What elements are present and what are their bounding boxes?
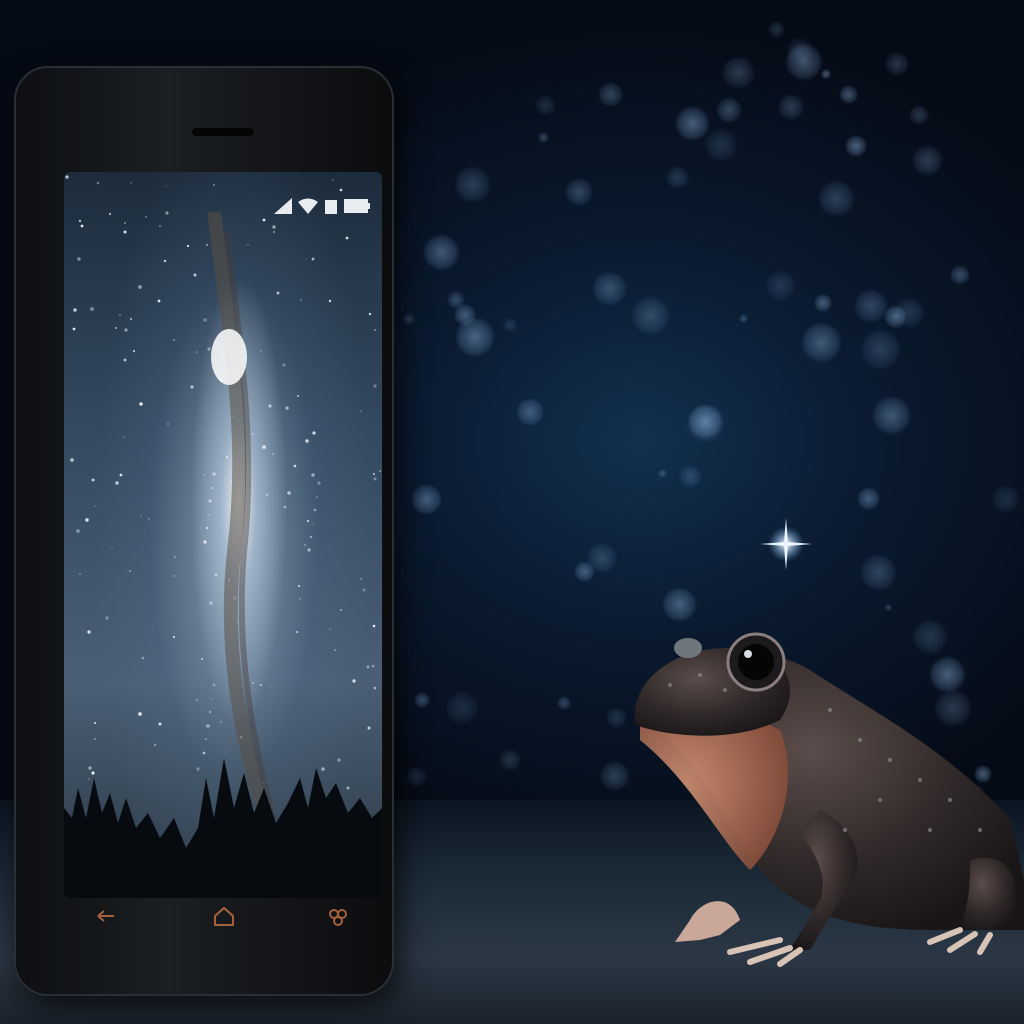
bokeh-dot — [406, 766, 427, 787]
bokeh-dot — [565, 178, 593, 206]
bokeh-dot — [606, 707, 627, 728]
bokeh-dot — [503, 318, 517, 332]
bokeh-dot — [598, 82, 623, 107]
bokeh-dot — [658, 469, 667, 478]
bokeh-dot — [499, 749, 521, 771]
bokeh-dot — [557, 696, 571, 710]
battery-icon — [344, 199, 370, 213]
bokeh-dot — [666, 166, 689, 189]
bokeh-dot — [778, 94, 804, 120]
bokeh-dot — [675, 106, 710, 141]
bokeh-dot — [768, 21, 785, 38]
wifi-icon — [298, 198, 318, 214]
status-bar — [274, 198, 370, 214]
scene — [0, 0, 1024, 1024]
bokeh-dot — [884, 305, 907, 328]
bokeh-dot — [679, 465, 702, 488]
notification-icon — [325, 200, 337, 214]
bokeh-dot — [765, 270, 796, 301]
bokeh-dot — [538, 132, 549, 143]
bokeh-dot — [454, 166, 491, 203]
bokeh-dot — [631, 296, 670, 335]
bokeh-dot — [445, 691, 479, 725]
bokeh-dot — [801, 322, 842, 363]
bokeh-dot — [814, 294, 832, 312]
bokeh-dot — [423, 234, 460, 271]
bokeh-dot — [600, 761, 630, 791]
home-icon[interactable] — [212, 904, 236, 928]
phone-speaker — [192, 128, 254, 136]
bokeh-dot — [414, 692, 430, 708]
bokeh-dot — [872, 396, 911, 435]
bokeh-dot — [716, 97, 742, 123]
bokeh-dot — [447, 291, 465, 309]
bokeh-dot — [592, 271, 627, 306]
bokeh-dot — [688, 404, 723, 439]
bokeh-dot — [860, 329, 901, 370]
bokeh-dot — [839, 85, 858, 104]
bokeh-dot — [739, 314, 748, 323]
bokeh-dot — [535, 95, 556, 116]
back-icon[interactable] — [94, 904, 118, 928]
bokeh-dot — [455, 317, 495, 357]
bokeh-dot — [912, 145, 943, 176]
bokeh-dot — [845, 135, 867, 157]
signal-icon — [274, 198, 292, 214]
bokeh-dot — [411, 484, 442, 515]
bokeh-dot — [992, 485, 1020, 513]
phone-screen — [64, 172, 382, 898]
bokeh-dot — [786, 37, 813, 64]
frog — [635, 632, 1024, 967]
bokeh-dot — [857, 487, 880, 510]
bokeh-dot — [704, 128, 738, 162]
bokeh-dot — [821, 69, 831, 79]
bokeh-dot — [885, 604, 892, 611]
bokeh-dot — [860, 554, 897, 591]
bokeh-dot — [854, 289, 888, 323]
bokeh-dot — [403, 313, 415, 325]
bokeh-dot — [818, 180, 855, 217]
bokeh-dot — [950, 265, 970, 285]
smartphone — [14, 66, 394, 996]
menu-icon[interactable] — [326, 904, 350, 928]
sparkle-star-icon — [760, 518, 812, 570]
bokeh-dot — [662, 587, 697, 622]
bokeh-dot — [722, 56, 755, 89]
bokeh-dot — [516, 398, 544, 426]
bokeh-dot — [587, 543, 617, 573]
bokeh-dot — [909, 105, 929, 125]
bokeh-dot — [885, 52, 909, 76]
treeline — [64, 758, 382, 898]
